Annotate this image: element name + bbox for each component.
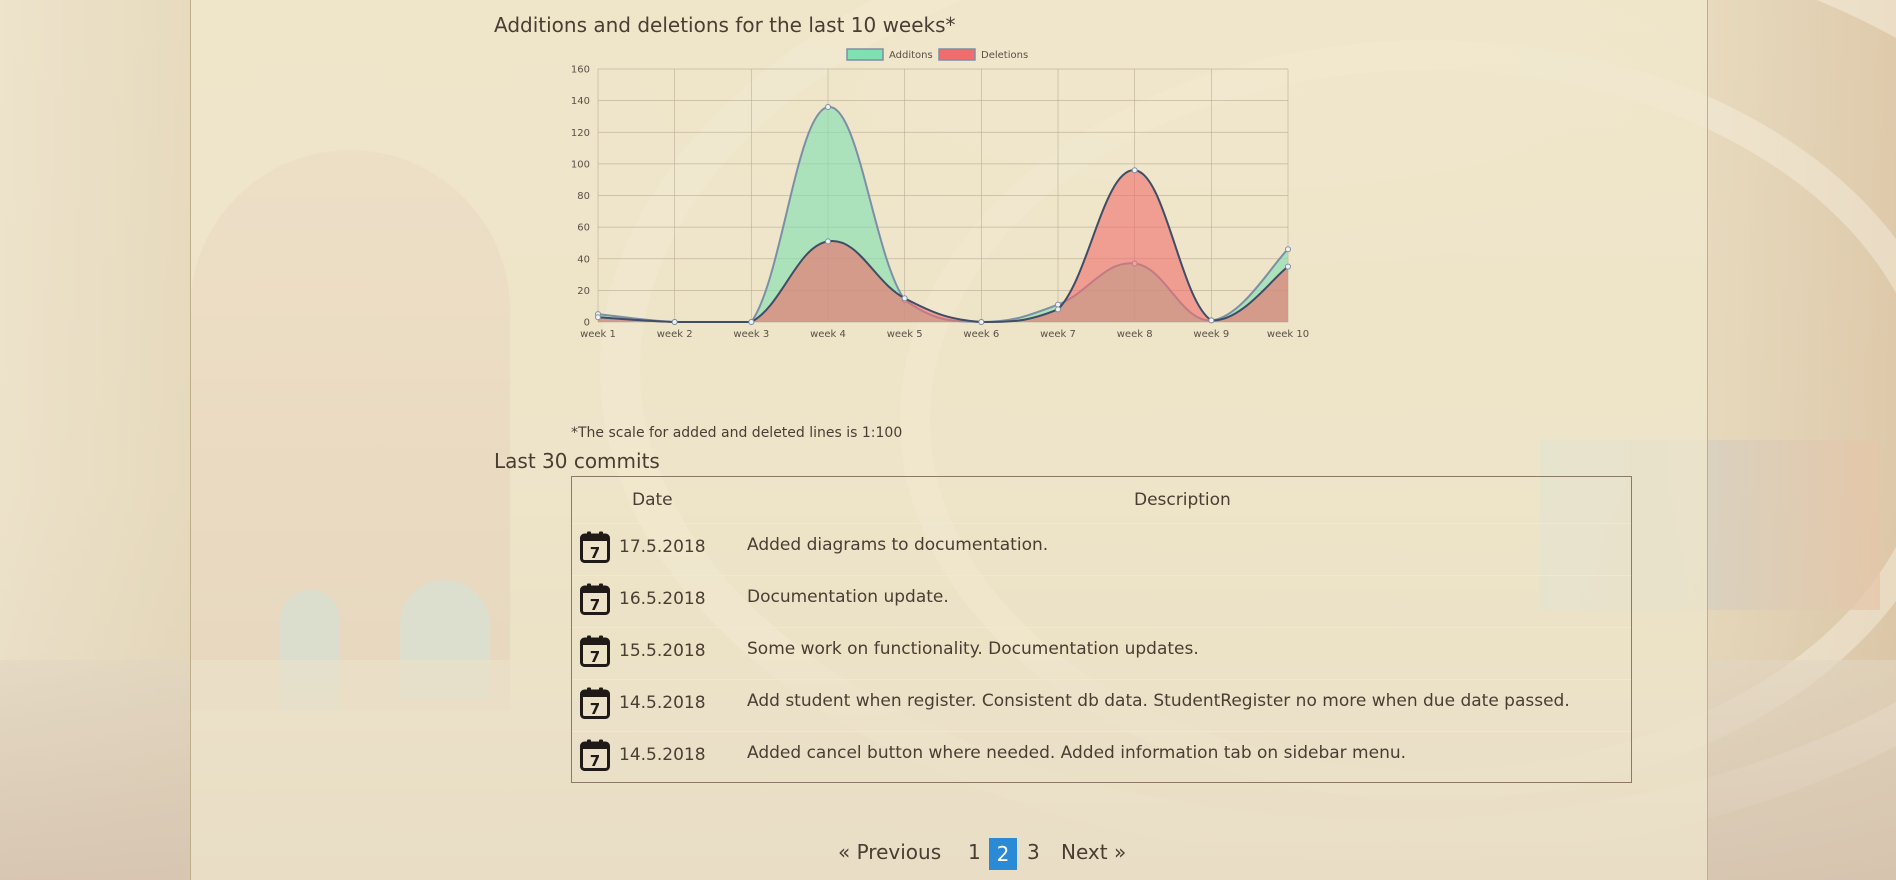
legend-swatch — [846, 48, 884, 61]
commit-date: 14.5.2018 — [619, 745, 706, 765]
calendar-icon: 7 — [580, 687, 610, 719]
next-page-link[interactable]: Next » — [1061, 840, 1126, 864]
calendar-icon: 7 — [580, 531, 610, 563]
data-point — [1208, 317, 1215, 324]
x-tick-label: week 5 — [887, 329, 923, 340]
calendar-icon: 7 — [580, 583, 610, 615]
y-tick-label: 140 — [571, 96, 590, 107]
additions-deletions-chart: 0 20 40 60 80 100 120 140 160 week 1 week 2 week 3 w… — [571, 48, 1309, 340]
data-point — [671, 319, 678, 325]
data-point — [1285, 263, 1291, 270]
legend-swatch — [938, 48, 976, 61]
y-tick-label: 80 — [577, 191, 590, 202]
svg-text:7: 7 — [590, 648, 600, 666]
y-tick-label: 160 — [571, 65, 590, 76]
commits-table: Date Description 7 17.5.2018 Added diagr… — [571, 476, 1632, 783]
calendar-icon: 7 — [580, 635, 610, 667]
commit-description: Some work on functionality. Documentatio… — [747, 639, 1199, 659]
table-row: 7 15.5.2018 Some work on functionality. … — [572, 627, 1631, 680]
data-point — [595, 314, 601, 321]
date-column-header: Date — [632, 490, 673, 510]
x-tick-label: week 1 — [580, 329, 616, 340]
data-point — [825, 238, 831, 245]
svg-text:7: 7 — [590, 700, 600, 718]
data-point — [901, 295, 908, 302]
commit-description: Add student when register. Consistent db… — [747, 691, 1570, 711]
y-tick-label: 40 — [577, 254, 590, 265]
page-link-1[interactable]: 1 — [968, 840, 981, 864]
x-tick-label: week 4 — [810, 329, 846, 340]
y-tick-label: 100 — [571, 159, 590, 170]
chart-container: 0 20 40 60 80 100 120 140 160 week 1 week 2 week 3 w… — [560, 44, 1320, 414]
commit-date: 17.5.2018 — [619, 537, 706, 557]
page-link-2-active[interactable]: 2 — [989, 838, 1017, 870]
previous-page-link[interactable]: « Previous — [838, 840, 941, 864]
svg-text:7: 7 — [590, 596, 600, 614]
svg-text:7: 7 — [590, 752, 600, 770]
data-point — [748, 319, 755, 325]
y-tick-label: 20 — [577, 286, 590, 297]
description-column-header: Description — [1134, 490, 1231, 510]
x-tick-label: week 8 — [1117, 329, 1153, 340]
calendar-icon: 7 — [580, 739, 610, 771]
chart-title: Additions and deletions for the last 10 … — [494, 13, 956, 37]
commit-date: 16.5.2018 — [619, 589, 706, 609]
data-point — [978, 319, 985, 325]
svg-text:7: 7 — [590, 544, 600, 562]
data-point — [825, 103, 831, 110]
legend-label: Additons — [889, 50, 933, 61]
y-tick-label: 0 — [584, 318, 590, 329]
x-tick-label: week 7 — [1040, 329, 1076, 340]
commit-description: Added cancel button where needed. Added … — [747, 743, 1407, 763]
x-tick-label: week 9 — [1193, 329, 1229, 340]
x-tick-label: week 3 — [733, 329, 769, 340]
legend-label: Deletions — [981, 50, 1028, 61]
y-tick-label: 60 — [577, 223, 590, 234]
x-tick-label: week 2 — [657, 329, 693, 340]
table-row: 7 16.5.2018 Documentation update. — [572, 575, 1631, 628]
series-area-deletions — [598, 170, 1288, 322]
commit-date: 15.5.2018 — [619, 641, 706, 661]
table-row: 7 14.5.2018 Add student when register. C… — [572, 679, 1631, 732]
y-tick-label: 120 — [571, 128, 590, 139]
scale-note: *The scale for added and deleted lines i… — [571, 425, 903, 441]
data-point — [1055, 306, 1061, 313]
x-tick-label: week 10 — [1267, 329, 1309, 340]
table-row: 7 14.5.2018 Added cancel button where ne… — [572, 731, 1631, 784]
data-point — [1131, 167, 1138, 174]
commits-title: Last 30 commits — [494, 449, 660, 473]
page-link-3[interactable]: 3 — [1027, 840, 1040, 864]
commit-date: 14.5.2018 — [619, 693, 706, 713]
commit-description: Added diagrams to documentation. — [747, 535, 1049, 555]
table-row: 7 17.5.2018 Added diagrams to documentat… — [572, 523, 1631, 576]
x-tick-label: week 6 — [963, 329, 999, 340]
commit-description: Documentation update. — [747, 587, 949, 607]
data-point — [1285, 246, 1291, 253]
